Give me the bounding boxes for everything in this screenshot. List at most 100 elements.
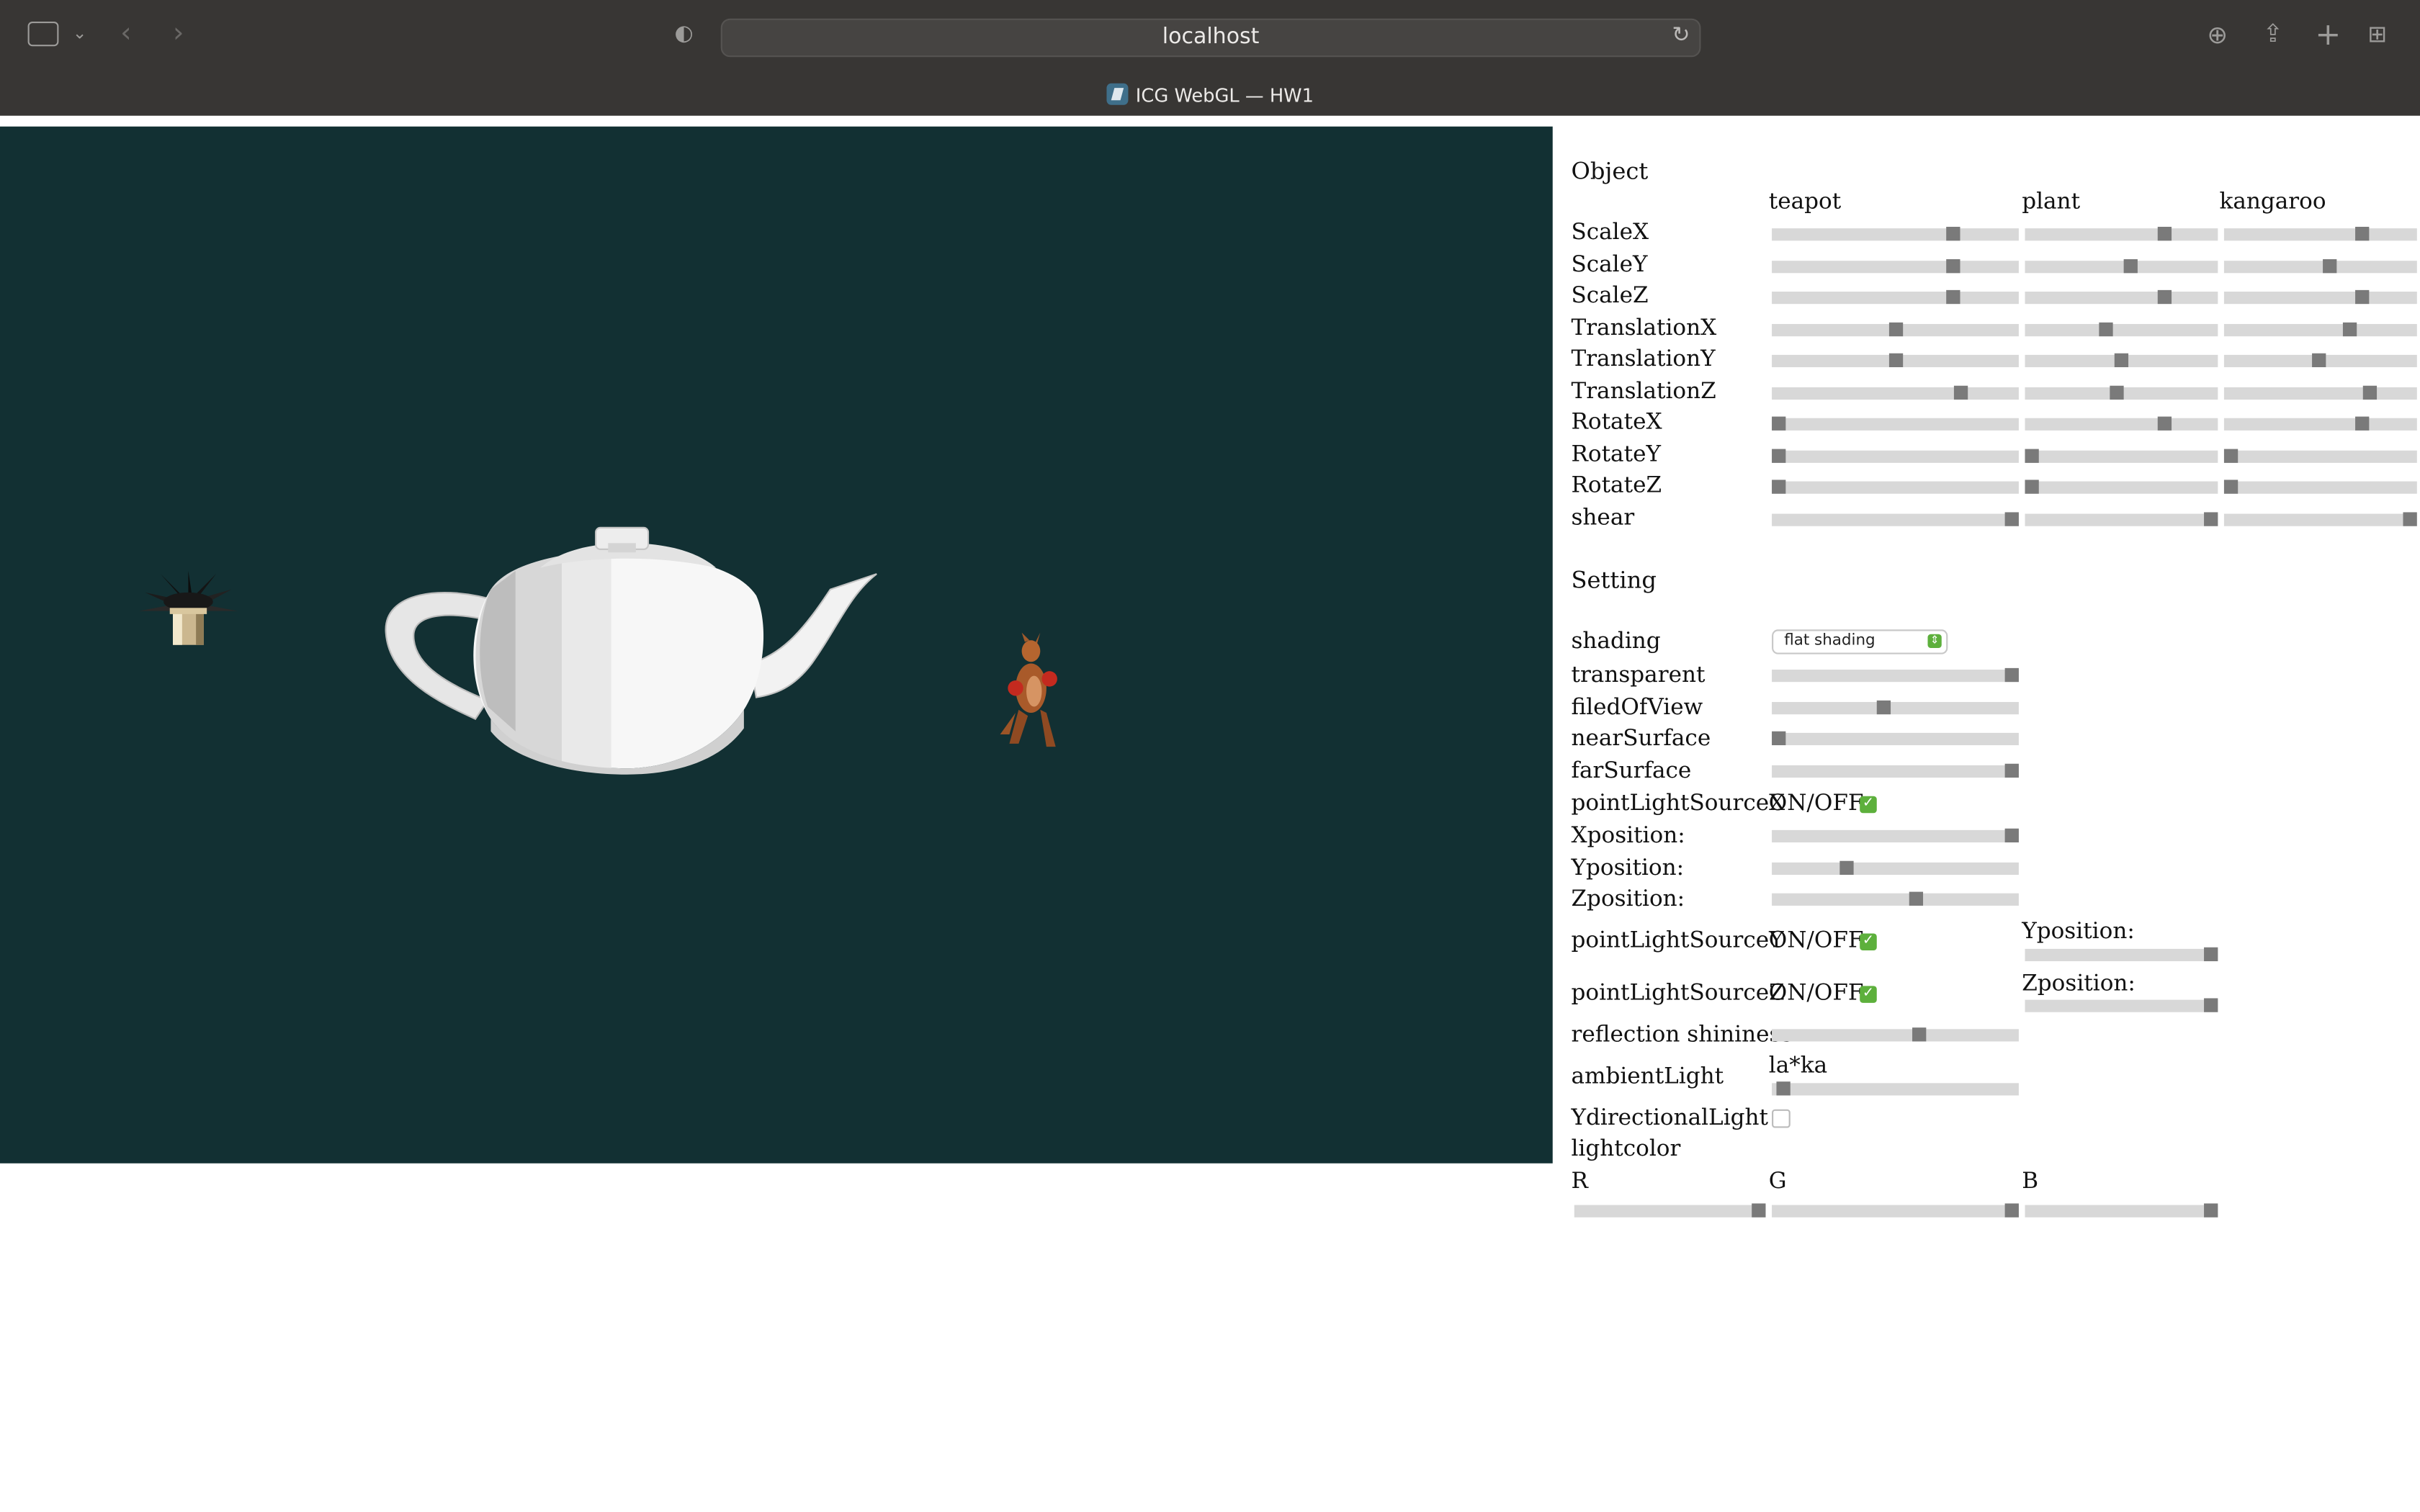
point-light-z-zposition-slider[interactable] bbox=[2025, 998, 2218, 1012]
slider-thumb[interactable] bbox=[2322, 258, 2336, 273]
slider-translationx-kangaroo[interactable] bbox=[2223, 321, 2417, 336]
slider-scalex-plant[interactable] bbox=[2025, 227, 2218, 241]
slider-scaley-kangaroo[interactable] bbox=[2223, 258, 2417, 273]
slider-thumb[interactable] bbox=[1946, 258, 1961, 273]
slider-thumb[interactable] bbox=[2004, 763, 2019, 778]
near-surface-slider[interactable] bbox=[1772, 731, 2019, 746]
slider-translationy-kangaroo[interactable] bbox=[2223, 353, 2417, 368]
slider-translationy-teapot[interactable] bbox=[1772, 353, 2019, 368]
new-tab-icon[interactable]: + bbox=[2315, 15, 2341, 52]
slider-thumb[interactable] bbox=[2354, 289, 2369, 305]
slider-thumb[interactable] bbox=[1772, 731, 1786, 746]
slider-translationz-kangaroo[interactable] bbox=[2223, 384, 2417, 399]
slider-scalez-teapot[interactable] bbox=[1772, 289, 2019, 305]
slider-thumb[interactable] bbox=[2204, 998, 2218, 1012]
slider-thumb[interactable] bbox=[2341, 321, 2357, 336]
slider-scaley-plant[interactable] bbox=[2025, 258, 2218, 273]
slider-thumb[interactable] bbox=[2004, 828, 2019, 843]
slider-thumb[interactable] bbox=[1776, 1081, 1791, 1096]
chevron-down-icon[interactable]: ⌄ bbox=[73, 23, 87, 43]
slider-thumb[interactable] bbox=[2363, 384, 2378, 399]
fov-slider[interactable] bbox=[1772, 700, 2019, 715]
lightcolor-r-slider[interactable] bbox=[1574, 1203, 1766, 1218]
slider-thumb[interactable] bbox=[2311, 353, 2326, 368]
slider-thumb[interactable] bbox=[2223, 480, 2238, 494]
slider-translationx-teapot[interactable] bbox=[1772, 321, 2019, 336]
slider-thumb[interactable] bbox=[2098, 321, 2112, 336]
reload-icon[interactable]: ↻ bbox=[1672, 23, 1690, 48]
download-icon[interactable]: ⊕ bbox=[2207, 20, 2228, 50]
lightcolor-g-slider[interactable] bbox=[1772, 1203, 2019, 1218]
slider-thumb[interactable] bbox=[1953, 384, 1968, 399]
slider-scalex-teapot[interactable] bbox=[1772, 227, 2019, 241]
slider-rotatex-kangaroo[interactable] bbox=[2223, 416, 2417, 431]
slider-thumb[interactable] bbox=[2223, 448, 2238, 462]
slider-thumb[interactable] bbox=[2004, 511, 2019, 526]
slider-thumb[interactable] bbox=[1876, 700, 1891, 715]
slider-thumb[interactable] bbox=[1752, 1203, 1766, 1218]
slider-thumb[interactable] bbox=[1839, 860, 1854, 876]
slider-thumb[interactable] bbox=[1946, 227, 1961, 241]
slider-shear-kangaroo[interactable] bbox=[2223, 511, 2417, 526]
slider-rotatex-teapot[interactable] bbox=[1772, 416, 2019, 431]
slider-thumb[interactable] bbox=[1912, 1027, 1926, 1042]
zposition-slider[interactable] bbox=[1772, 891, 2019, 906]
slider-rotatey-teapot[interactable] bbox=[1772, 448, 2019, 462]
slider-thumb[interactable] bbox=[2204, 1203, 2218, 1218]
slider-rotatex-plant[interactable] bbox=[2025, 416, 2218, 431]
address-bar[interactable]: localhost ↻ bbox=[720, 18, 1701, 58]
yposition-slider[interactable] bbox=[1772, 860, 2019, 876]
share-icon[interactable]: ⇪ bbox=[2262, 19, 2283, 48]
sidebar-toggle-icon[interactable] bbox=[27, 22, 59, 47]
slider-translationx-plant[interactable] bbox=[2025, 321, 2218, 336]
slider-thumb[interactable] bbox=[2204, 511, 2218, 526]
slider-thumb[interactable] bbox=[1772, 480, 1786, 494]
slider-thumb[interactable] bbox=[2004, 667, 2019, 683]
point-light-y-checkbox[interactable]: ✓ bbox=[1860, 933, 1877, 951]
slider-scaley-teapot[interactable] bbox=[1772, 258, 2019, 273]
slider-thumb[interactable] bbox=[2403, 511, 2417, 526]
y-directional-light-checkbox[interactable] bbox=[1772, 1109, 1791, 1128]
slider-thumb[interactable] bbox=[1772, 448, 1786, 462]
ambient-light-slider[interactable] bbox=[1772, 1081, 2019, 1096]
xposition-slider[interactable] bbox=[1772, 828, 2019, 843]
forward-icon[interactable]: › bbox=[173, 17, 184, 50]
slider-thumb[interactable] bbox=[2025, 480, 2039, 494]
slider-thumb[interactable] bbox=[2354, 227, 2369, 241]
slider-thumb[interactable] bbox=[2109, 384, 2123, 399]
slider-thumb[interactable] bbox=[2157, 289, 2172, 305]
transparent-slider[interactable] bbox=[1772, 667, 2019, 683]
reflection-shininess-slider[interactable] bbox=[1772, 1027, 2019, 1042]
tab-overview-icon[interactable]: ⊞ bbox=[2367, 20, 2387, 48]
slider-translationz-teapot[interactable] bbox=[1772, 384, 2019, 399]
slider-thumb[interactable] bbox=[2025, 448, 2039, 462]
slider-thumb[interactable] bbox=[2114, 353, 2129, 368]
slider-translationy-plant[interactable] bbox=[2025, 353, 2218, 368]
slider-thumb[interactable] bbox=[1888, 353, 1903, 368]
lightcolor-b-slider[interactable] bbox=[2025, 1203, 2218, 1218]
slider-thumb[interactable] bbox=[1909, 891, 1924, 906]
slider-scalez-kangaroo[interactable] bbox=[2223, 289, 2417, 305]
tab-title[interactable]: ICG WebGL — HW1 bbox=[0, 83, 2420, 107]
slider-translationz-plant[interactable] bbox=[2025, 384, 2218, 399]
slider-thumb[interactable] bbox=[1946, 289, 1961, 305]
slider-thumb[interactable] bbox=[2004, 1203, 2019, 1218]
slider-scalez-plant[interactable] bbox=[2025, 289, 2218, 305]
slider-rotatey-kangaroo[interactable] bbox=[2223, 448, 2417, 462]
slider-shear-teapot[interactable] bbox=[1772, 511, 2019, 526]
slider-rotatez-teapot[interactable] bbox=[1772, 480, 2019, 494]
far-surface-slider[interactable] bbox=[1772, 763, 2019, 778]
slider-thumb[interactable] bbox=[2354, 416, 2369, 431]
slider-thumb[interactable] bbox=[1772, 416, 1786, 431]
shading-select[interactable]: flat shading ⇕ bbox=[1772, 629, 1948, 654]
point-light-y-yposition-slider[interactable] bbox=[2025, 947, 2218, 962]
point-light-z-checkbox[interactable]: ✓ bbox=[1860, 986, 1877, 1003]
slider-thumb[interactable] bbox=[2157, 227, 2172, 241]
slider-rotatez-kangaroo[interactable] bbox=[2223, 480, 2417, 494]
slider-scalex-kangaroo[interactable] bbox=[2223, 227, 2417, 241]
point-light-x-checkbox[interactable]: ✓ bbox=[1860, 796, 1877, 814]
webgl-canvas[interactable] bbox=[0, 126, 1553, 1164]
slider-shear-plant[interactable] bbox=[2025, 511, 2218, 526]
slider-thumb[interactable] bbox=[2123, 258, 2138, 273]
slider-thumb[interactable] bbox=[2157, 416, 2172, 431]
